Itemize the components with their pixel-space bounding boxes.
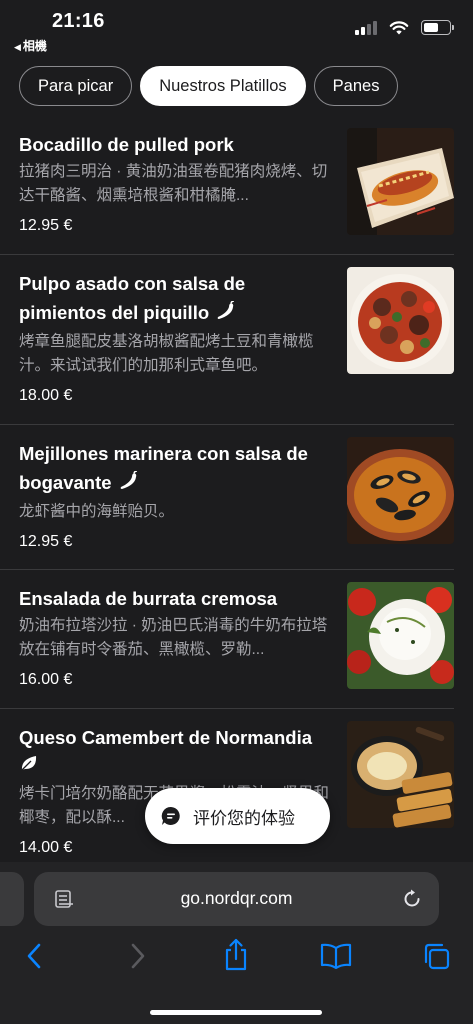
item-name: Queso Camembert de Normandia [19,727,312,748]
item-photo-burrata [347,582,454,689]
browser-toolbar [0,938,473,978]
item-photo-mussels [347,437,454,544]
menu-item[interactable]: Mejillones marinera con salsa de bogavan… [0,425,454,570]
back-triangle-icon: ◀ [14,42,21,52]
item-photo-octopus [347,267,454,374]
leaf-icon [19,756,39,777]
menu-list: Bocadillo de pulled pork 拉猪肉三明治 · 黄油奶油蛋卷… [0,116,473,865]
item-description: 拉猪肉三明治 · 黄油奶油蛋卷配猪肉烧烤、切达干酪酱、烟熏培根酱和柑橘腌... [19,163,328,204]
cellular-signal-icon [355,20,377,35]
browser-bottom-bar: go.nordqr.com [0,862,473,1024]
battery-icon [421,20,454,35]
back-arrow-icon[interactable] [24,942,46,975]
menu-item[interactable]: Bocadillo de pulled pork 拉猪肉三明治 · 黄油奶油蛋卷… [0,116,454,255]
rate-experience-button[interactable]: 评价您的体验 [145,788,330,844]
menu-item[interactable]: Pulpo asado con salsa de pimientos del p… [0,255,454,425]
status-bar: 21:16 ◀ 相機 [0,0,473,58]
item-photo-camembert [347,721,454,828]
item-photo-pulled-pork [347,128,454,235]
tab-nuestros-platillos[interactable]: Nuestros Platillos [140,66,306,106]
home-indicator [150,1010,322,1015]
address-bar[interactable]: go.nordqr.com [34,872,439,926]
item-price: 12.95 € [19,217,73,234]
chili-icon [118,469,140,499]
rate-experience-label: 评价您的体验 [193,808,295,828]
back-app-label: 相機 [22,39,47,53]
item-description: 烤章鱼腿配皮基洛胡椒酱配烤土豆和青橄榄汁。来试试我们的加那利式章鱼吧。 [19,332,314,374]
chat-bubble-icon [161,806,180,825]
share-icon[interactable] [222,938,250,977]
back-to-app-link[interactable]: ◀ 相機 [14,37,47,54]
item-name: Mejillones marinera con salsa de bogavan… [19,443,308,493]
item-price: 16.00 € [19,671,73,688]
item-name: Pulpo asado con salsa de pimientos del p… [19,273,246,323]
item-price: 12.95 € [19,532,73,550]
bookmarks-icon[interactable] [320,942,352,975]
menu-item[interactable]: Ensalada de burrata cremosa 奶油布拉塔沙拉 · 奶油… [0,570,454,709]
status-icons [355,20,454,35]
item-description: 龙虾酱中的海鲜贻贝。 [19,502,175,520]
url-text: go.nordqr.com [180,888,293,908]
reload-icon[interactable] [401,888,423,915]
item-description: 奶油布拉塔沙拉 · 奶油巴氏消毒的牛奶布拉塔放在铺有时令番茄、黑橄榄、罗勒... [19,617,328,658]
chili-icon [215,299,237,329]
item-name: Bocadillo de pulled pork [19,134,234,155]
tab-panes[interactable]: Panes [313,66,399,106]
item-price: 18.00 € [19,386,73,404]
forward-arrow-icon[interactable] [126,942,148,975]
tab-para-picar[interactable]: Para picar [19,66,133,106]
previous-tab-card[interactable] [0,872,24,926]
category-tabs: Para picar Nuestros Platillos Panes [0,58,473,116]
clock: 21:16 [52,10,105,32]
wifi-icon [389,21,409,35]
item-name: Ensalada de burrata cremosa [19,588,278,609]
tabs-icon[interactable] [422,942,450,975]
